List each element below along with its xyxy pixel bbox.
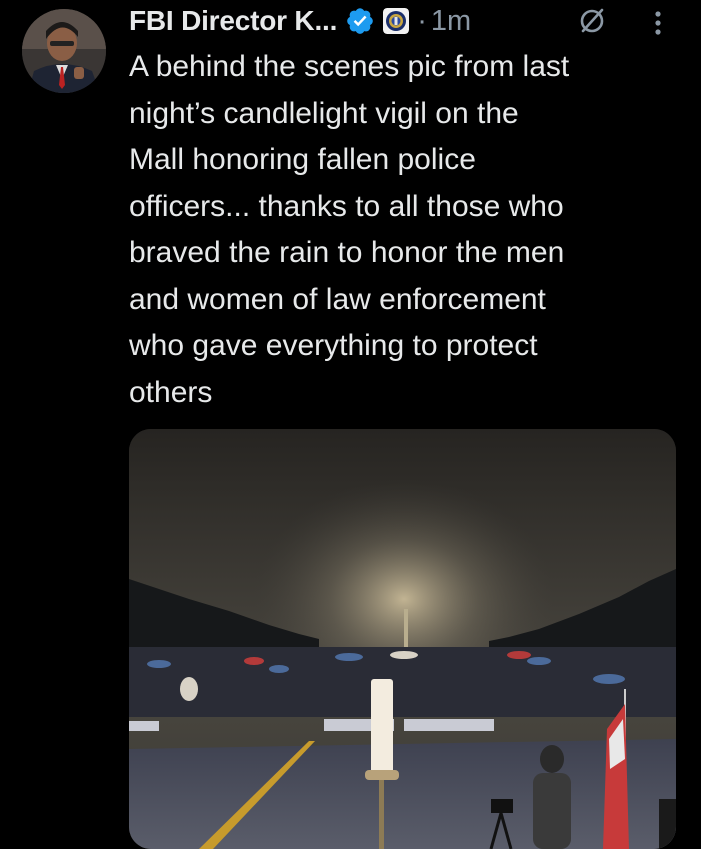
author-avatar[interactable] — [22, 9, 106, 93]
tweet-photo[interactable] — [129, 429, 676, 849]
time-separator: · — [417, 4, 427, 37]
verified-badge-icon[interactable] — [345, 6, 375, 36]
more-options-icon[interactable] — [648, 6, 668, 40]
tweet-timestamp[interactable]: 1m — [431, 5, 471, 38]
fbi-seal-icon[interactable] — [383, 8, 410, 34]
vigil-photo-image — [129, 429, 676, 849]
avatar-image — [22, 9, 106, 93]
author-name[interactable]: FBI Director K... — [129, 5, 337, 37]
tweet-text: A behind the scenes pic from last night’… — [129, 50, 570, 409]
grok-icon[interactable] — [575, 4, 609, 38]
